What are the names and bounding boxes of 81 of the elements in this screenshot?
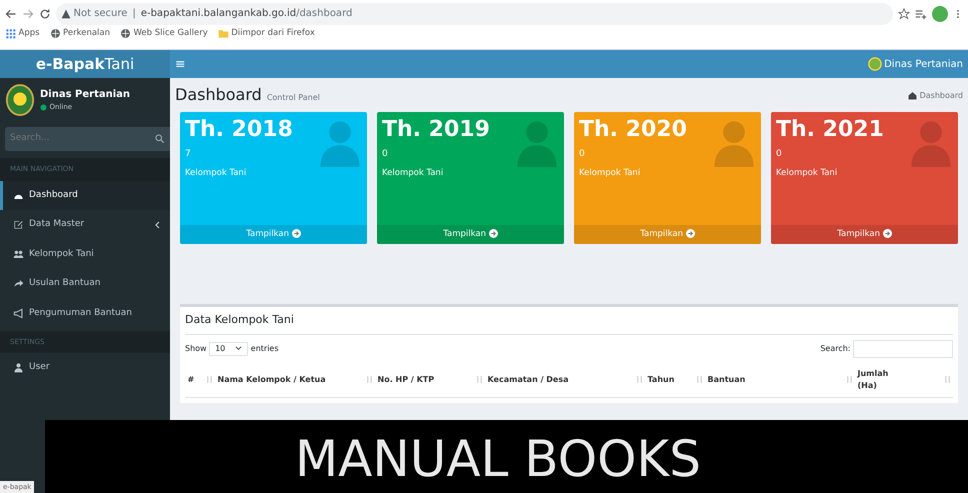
stat-label: Kelompok Tani bbox=[579, 166, 642, 180]
folder-icon bbox=[218, 28, 229, 39]
stat-label: Kelompok Tani bbox=[185, 166, 248, 180]
sort-icon bbox=[944, 375, 950, 384]
caret-icon bbox=[235, 345, 242, 352]
table-search-field[interactable] bbox=[853, 340, 953, 358]
user-name[interactable]: Dinas Pertanian bbox=[884, 56, 963, 72]
column-header[interactable]: Bantuan bbox=[705, 374, 855, 386]
breadcrumb-link[interactable]: Dashboard bbox=[920, 90, 963, 102]
sidebar-item[interactable]: Usulan Bantuan bbox=[0, 269, 170, 298]
sort-icon bbox=[846, 375, 852, 384]
stat-title: Th. 2019 bbox=[382, 117, 491, 144]
page-size-select[interactable]: 10 bbox=[209, 342, 248, 356]
page-subtitle: Control Panel bbox=[266, 92, 320, 104]
share-icon bbox=[13, 278, 24, 290]
stat-label: Kelompok Tani bbox=[382, 166, 444, 180]
stat-count: 7 bbox=[185, 148, 192, 162]
globe-icon bbox=[120, 28, 131, 39]
security-warning: Not secure bbox=[74, 7, 128, 21]
url-text: e-bapaktani.balangankab.go.id/dashboard bbox=[140, 7, 352, 21]
profile-icon[interactable] bbox=[932, 6, 948, 22]
column-header[interactable]: Jumlah (Ha) bbox=[855, 368, 953, 392]
globe-icon bbox=[50, 28, 61, 39]
stat-label: Kelompok Tani bbox=[776, 166, 838, 180]
emblem-icon bbox=[5, 83, 35, 117]
back-icon[interactable] bbox=[5, 8, 17, 20]
sort-icon bbox=[476, 375, 482, 384]
edit-icon bbox=[13, 219, 24, 230]
bullhorn-icon bbox=[13, 308, 24, 319]
column-header[interactable]: No. HP / KTP bbox=[375, 374, 485, 386]
view-link[interactable]: Tampilkan bbox=[377, 225, 564, 244]
sidebar-item[interactable]: Pengumuman Bantuan bbox=[0, 298, 170, 328]
emblem-icon bbox=[868, 57, 882, 71]
warning-icon bbox=[61, 8, 71, 18]
bookmark[interactable]: Web Slice Gallery bbox=[120, 27, 208, 40]
user-icon bbox=[13, 362, 24, 374]
reading-list-icon[interactable] bbox=[915, 8, 927, 20]
arrow-circle-icon bbox=[292, 229, 301, 238]
view-link[interactable]: Tampilkan bbox=[771, 225, 958, 244]
sort-icon bbox=[636, 375, 642, 384]
column-header[interactable]: Tahun bbox=[645, 374, 705, 386]
stat-title: Th. 2018 bbox=[185, 117, 294, 144]
reload-icon[interactable] bbox=[39, 8, 51, 20]
arrow-circle-icon bbox=[488, 229, 498, 238]
search-field[interactable]: Search... bbox=[5, 127, 173, 150]
sidebar-item[interactable]: User bbox=[0, 353, 170, 382]
menu-toggle[interactable]: ≡ bbox=[175, 54, 186, 74]
column-header[interactable]: Nama Kelompok / Ketua bbox=[215, 374, 375, 386]
stat-title: Th. 2020 bbox=[579, 117, 688, 144]
status-dot-icon bbox=[40, 104, 47, 111]
bookmark[interactable]: Apps bbox=[5, 27, 40, 40]
column-header[interactable]: Kecamatan / Desa bbox=[485, 374, 645, 386]
app-logo[interactable]: e-BapakTani bbox=[0, 50, 170, 78]
banner-title: MANUAL BOOKS bbox=[294, 429, 702, 484]
sidebar-item[interactable]: Data Master bbox=[0, 210, 170, 240]
star-icon[interactable] bbox=[898, 8, 910, 20]
sort-icon bbox=[206, 375, 212, 384]
home-icon bbox=[908, 91, 918, 100]
user-name: Dinas Pertanian bbox=[40, 88, 130, 102]
sort-icon bbox=[366, 375, 372, 384]
column-header[interactable]: # bbox=[185, 374, 215, 386]
stat-count: 0 bbox=[776, 148, 783, 162]
arrow-circle-icon bbox=[686, 229, 695, 238]
entries-label: entries bbox=[250, 342, 279, 354]
apps-icon bbox=[5, 28, 16, 39]
bookmark[interactable]: Diimpor dari Firefox bbox=[218, 27, 315, 40]
sidebar-item[interactable]: Dashboard bbox=[0, 180, 170, 210]
search-label: Search: bbox=[820, 342, 850, 354]
users-icon bbox=[13, 248, 24, 260]
show-label: Show bbox=[185, 342, 207, 354]
separator: | bbox=[132, 7, 136, 21]
page-title: Dashboard bbox=[175, 84, 262, 106]
stat-title: Th. 2021 bbox=[776, 117, 885, 144]
stat-count: 0 bbox=[579, 148, 586, 162]
sidebar-item[interactable]: Kelompok Tani bbox=[0, 240, 170, 269]
stat-count: 0 bbox=[382, 148, 389, 162]
bookmark[interactable]: Perkenalan bbox=[50, 27, 110, 40]
address-bar[interactable]: Not secure | e-bapaktani.balangankab.go.id/dashboard bbox=[56, 2, 893, 24]
box-title: Data Kelompok Tani bbox=[185, 307, 953, 334]
sort-icon bbox=[696, 375, 702, 384]
arrow-circle-icon bbox=[882, 229, 892, 238]
